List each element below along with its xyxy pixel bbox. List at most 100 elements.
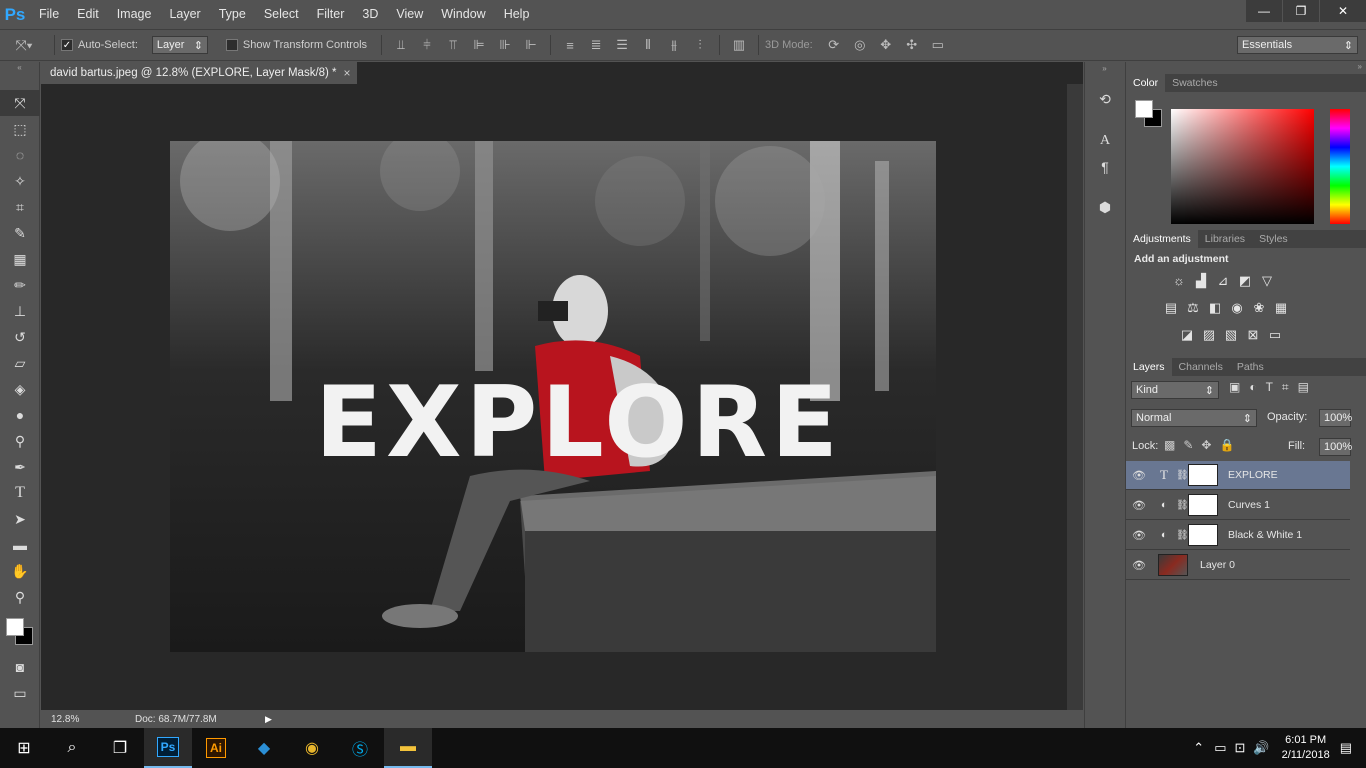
eye-icon[interactable]: 👁 (1126, 469, 1152, 482)
selective-color-icon[interactable]: ⊠ (1242, 324, 1264, 346)
document-tab[interactable]: david bartus.jpeg @ 12.8% (EXPLORE, Laye… (41, 62, 357, 84)
3d-rotate-icon[interactable]: ⟳ (821, 37, 847, 53)
windows-start-icon[interactable]: ⊞ (0, 728, 48, 768)
align-right-icon[interactable]: ⊩ (518, 37, 544, 53)
auto-align-icon[interactable]: ▥ (726, 37, 752, 53)
history-brush-icon[interactable]: ↺ (0, 324, 40, 350)
layer-row[interactable]: 👁 ◐ ⛓ Curves 1 (1126, 491, 1350, 520)
color-lookup-icon[interactable]: ▦ (1270, 297, 1292, 319)
layer-mask-thumbnail[interactable] (1188, 464, 1218, 486)
tab-swatches[interactable]: Swatches (1165, 74, 1225, 92)
minimize-button[interactable]: — (1246, 0, 1282, 22)
type-tool-icon[interactable]: T (0, 480, 40, 506)
workspace-dropdown[interactable]: Essentials ⇕ (1237, 36, 1358, 54)
layer-mask-thumbnail[interactable] (1188, 524, 1218, 546)
network-icon[interactable]: ⊡ (1234, 740, 1245, 756)
eyedropper-icon[interactable]: ✎ (0, 220, 40, 246)
posterize-icon[interactable]: ▨ (1198, 324, 1220, 346)
chrome-taskbar-icon[interactable]: ◉ (288, 728, 336, 768)
align-left-icon[interactable]: ⊫ (466, 37, 492, 53)
battery-icon[interactable]: ▭ (1214, 740, 1226, 756)
gradient-map-icon[interactable]: ▭ (1264, 324, 1286, 346)
tab-adjustments[interactable]: Adjustments (1126, 230, 1198, 248)
magic-wand-icon[interactable]: ✧ (0, 168, 40, 194)
path-selection-icon[interactable]: ➤ (0, 506, 40, 532)
layer-filter-icons[interactable]: ▣◐T⌗▤ (1229, 380, 1318, 395)
crop-tool-icon[interactable]: ⌗ (0, 194, 40, 220)
channel-mixer-icon[interactable]: ❀ (1248, 297, 1270, 319)
menu-window[interactable]: Window (432, 0, 494, 29)
3d-panel-icon[interactable]: ⬢ (1085, 194, 1125, 220)
blend-mode-dropdown[interactable]: Normal ⇕ (1131, 409, 1257, 427)
invert-icon[interactable]: ◪ (1176, 324, 1198, 346)
distribute-vcenter-icon[interactable]: ≣ (583, 37, 609, 53)
document-close-icon[interactable]: × (339, 62, 355, 84)
menu-image[interactable]: Image (108, 0, 161, 29)
task-view-icon[interactable]: ❐ (96, 728, 144, 768)
paint-bucket-icon[interactable]: ◈ (0, 376, 40, 402)
dock-collapse-icon[interactable]: » (1126, 62, 1366, 74)
eraser-tool-icon[interactable]: ▱ (0, 350, 40, 376)
menu-type[interactable]: Type (210, 0, 255, 29)
layer-name[interactable]: EXPLORE (1228, 469, 1278, 481)
lock-icons[interactable]: ▩✎✥🔒 (1164, 438, 1242, 452)
3d-slide-icon[interactable]: ✣ (899, 37, 925, 53)
move-tool-preset-icon[interactable]: ⤧▾ (0, 37, 48, 54)
canvas-photo[interactable]: EXPLORE (170, 141, 936, 652)
menu-filter[interactable]: Filter (308, 0, 354, 29)
photo-filter-icon[interactable]: ◉ (1226, 297, 1248, 319)
menu-edit[interactable]: Edit (68, 0, 108, 29)
align-top-icon[interactable]: ⫫ (388, 37, 414, 53)
clock[interactable]: 6:01 PM 2/11/2018 (1282, 733, 1330, 763)
color-balance-icon[interactable]: ⚖ (1182, 297, 1204, 319)
eye-icon[interactable]: 👁 (1126, 499, 1152, 512)
foreground-color-swatch[interactable] (6, 618, 24, 636)
align-vcenter-icon[interactable]: ⫩ (414, 37, 440, 53)
distribute-hcenter-icon[interactable]: ⫵ (661, 37, 687, 53)
dodge-tool-icon[interactable]: ⚲ (0, 428, 40, 454)
3d-roll-icon[interactable]: ◎ (847, 37, 873, 53)
healing-brush-icon[interactable]: ▦ (0, 246, 40, 272)
color-swatches[interactable] (0, 610, 39, 654)
menu-file[interactable]: File (30, 0, 68, 29)
layer-row[interactable]: 👁 Layer 0 (1126, 551, 1350, 580)
align-hcenter-icon[interactable]: ⊪ (492, 37, 518, 53)
toolbar-collapse-icon[interactable]: « (0, 62, 39, 90)
tab-libraries[interactable]: Libraries (1198, 230, 1252, 248)
brush-tool-icon[interactable]: ✏ (0, 272, 40, 298)
color-picker-field[interactable] (1171, 109, 1314, 224)
hue-saturation-icon[interactable]: ▤ (1160, 297, 1182, 319)
app-bird-taskbar-icon[interactable]: ◆ (240, 728, 288, 768)
align-bottom-icon[interactable]: ⫪ (440, 37, 466, 53)
close-button[interactable]: ✕ (1320, 0, 1366, 22)
distribute-top-icon[interactable]: ≡ (557, 38, 583, 53)
tab-layers[interactable]: Layers (1126, 358, 1172, 376)
3d-pan-icon[interactable]: ✥ (873, 37, 899, 53)
menu-3d[interactable]: 3D (353, 0, 387, 29)
chevron-up-icon[interactable]: ⌃ (1193, 740, 1204, 756)
notification-icon[interactable]: ▤ (1340, 740, 1352, 756)
opacity-input[interactable]: 100% (1319, 409, 1352, 427)
layer-thumbnail[interactable] (1158, 554, 1188, 576)
levels-icon[interactable]: ▟ (1190, 270, 1212, 292)
character-panel-icon[interactable]: A (1085, 128, 1125, 154)
history-panel-icon[interactable]: ⟲ (1085, 86, 1125, 112)
pen-tool-icon[interactable]: ✒ (0, 454, 40, 480)
zoom-level[interactable]: 12.8% (51, 714, 91, 725)
marquee-tool-icon[interactable]: ⬚ (0, 116, 40, 142)
layer-name[interactable]: Layer 0 (1200, 559, 1235, 571)
exposure-icon[interactable]: ◩ (1234, 270, 1256, 292)
show-transform-checkbox[interactable]: Show Transform Controls (225, 39, 367, 51)
tab-channels[interactable]: Channels (1172, 358, 1230, 376)
menu-help[interactable]: Help (495, 0, 539, 29)
auto-select-dropdown[interactable]: Layer ⇕ (151, 36, 208, 54)
menu-select[interactable]: Select (255, 0, 308, 29)
filter-kind-dropdown[interactable]: Kind ⇕ (1131, 381, 1219, 399)
file-explorer-taskbar-icon[interactable]: ▬ (384, 728, 432, 768)
distribute-left-icon[interactable]: ⫴ (635, 37, 661, 53)
threshold-icon[interactable]: ▧ (1220, 324, 1242, 346)
distribute-bottom-icon[interactable]: ☰ (609, 37, 635, 53)
layer-name[interactable]: Curves 1 (1228, 499, 1270, 511)
black-white-icon[interactable]: ◧ (1204, 297, 1226, 319)
tab-styles[interactable]: Styles (1252, 230, 1295, 248)
